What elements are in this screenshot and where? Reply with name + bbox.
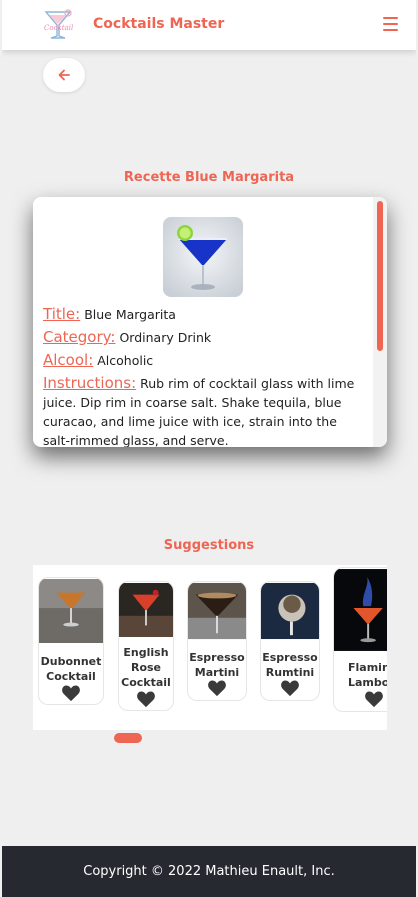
recipe-card: Title: Blue Margarita Category: Ordinary… bbox=[33, 197, 387, 447]
suggestion-name: Flaming Lamborghini bbox=[348, 661, 387, 689]
category-label: Category: bbox=[43, 328, 116, 346]
suggestion-name: Espresso Rumtini bbox=[262, 651, 318, 679]
cocktail-thumbnail bbox=[119, 583, 173, 637]
title-value: Blue Margarita bbox=[84, 307, 176, 322]
alcool-value: Alcoholic bbox=[97, 353, 154, 368]
alcool-label: Alcool: bbox=[43, 351, 94, 369]
heart-icon[interactable] bbox=[280, 679, 300, 697]
title-label: Title: bbox=[43, 305, 81, 323]
cocktail-thumbnail bbox=[39, 579, 103, 643]
instructions-label: Instructions: bbox=[43, 374, 137, 392]
app-frame: Cocktail Cocktails Master Recette Blue M… bbox=[2, 0, 416, 897]
cocktail-glass-logo[interactable]: Cocktail bbox=[40, 6, 76, 42]
brand-title[interactable]: Cocktails Master bbox=[93, 16, 224, 32]
recipe-heading: Recette Blue Margarita bbox=[123, 170, 295, 185]
heart-icon[interactable] bbox=[61, 684, 81, 702]
cocktail-thumbnail bbox=[188, 582, 246, 640]
suggestion-card[interactable]: Dubonnet Cocktail bbox=[38, 577, 104, 705]
footer: Copyright © 2022 Mathieu Enault, Inc. bbox=[2, 846, 416, 897]
suggestion-card[interactable]: Espresso Rumtini bbox=[260, 581, 320, 701]
arrow-left-icon bbox=[58, 69, 70, 81]
cocktail-photo bbox=[163, 217, 243, 297]
cocktail-thumbnail bbox=[261, 582, 319, 640]
recipe-details: Title: Blue Margarita Category: Ordinary… bbox=[43, 305, 363, 447]
suggestion-card[interactable]: Flaming Lamborghini bbox=[333, 567, 387, 712]
suggestion-name: Espresso Martini bbox=[189, 651, 245, 679]
instructions-row: Instructions: Rub rim of cocktail glass … bbox=[43, 374, 363, 447]
heart-icon[interactable] bbox=[207, 679, 227, 697]
carousel-page-indicator[interactable] bbox=[114, 733, 142, 743]
cocktail-thumbnail bbox=[334, 569, 387, 651]
hamburger-icon[interactable] bbox=[383, 17, 398, 31]
suggestions-heading: Suggestions bbox=[163, 538, 255, 553]
card-scrollbar[interactable] bbox=[373, 197, 387, 447]
alcool-row: Alcool: Alcoholic bbox=[43, 351, 363, 370]
heart-icon[interactable] bbox=[136, 690, 156, 708]
suggestion-name: English Rose Cocktail bbox=[121, 646, 171, 689]
svg-text:Cocktail: Cocktail bbox=[44, 24, 73, 32]
category-value: Ordinary Drink bbox=[119, 330, 212, 345]
heart-icon[interactable] bbox=[364, 690, 384, 708]
category-row: Category: Ordinary Drink bbox=[43, 328, 363, 347]
suggestion-card[interactable]: Espresso Martini bbox=[187, 581, 247, 701]
title-row: Title: Blue Margarita bbox=[43, 305, 363, 324]
suggestion-name: Dubonnet Cocktail bbox=[40, 655, 102, 683]
top-navbar: Cocktail Cocktails Master bbox=[2, 0, 416, 50]
back-button[interactable] bbox=[43, 58, 85, 92]
card-scroll-thumb[interactable] bbox=[377, 201, 383, 351]
copyright-text: Copyright © 2022 Mathieu Enault, Inc. bbox=[83, 864, 335, 879]
suggestions-carousel[interactable]: Dubonnet Cocktail English Rose Cocktail bbox=[33, 565, 387, 730]
suggestion-card[interactable]: English Rose Cocktail bbox=[118, 581, 174, 711]
